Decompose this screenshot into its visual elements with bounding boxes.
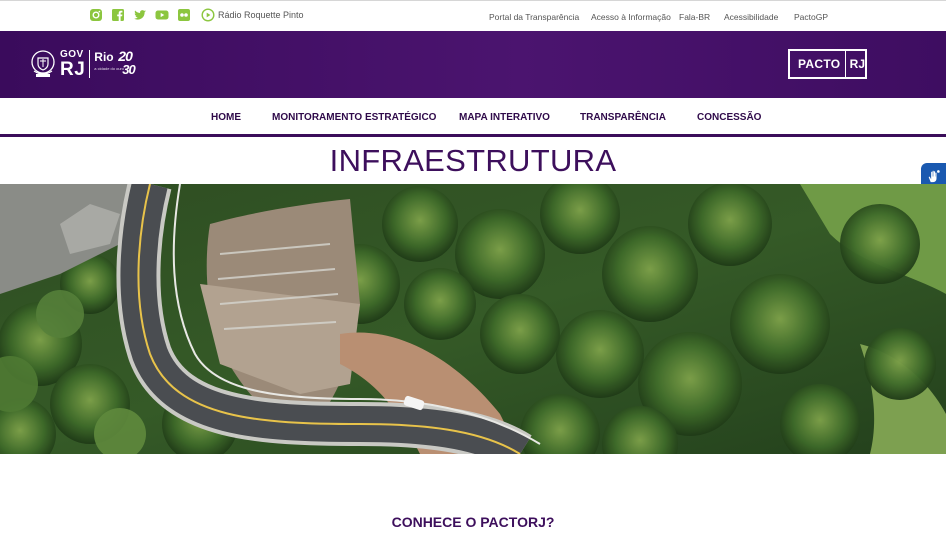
main-nav: HOME MONITORAMENTO ESTRATÉGICO MAPA INTE… — [0, 98, 946, 137]
hand-sign-icon — [928, 170, 940, 183]
gov-line1: GOV — [60, 48, 84, 60]
nav-home[interactable]: HOME — [211, 112, 241, 123]
state-crest-icon — [31, 50, 55, 77]
site-header: GOV RJ Rio 20 a cidade do ouro 30 PACTO … — [0, 31, 946, 98]
top-bar: Rádio Roquette Pinto Portal da Transparê… — [0, 0, 946, 31]
gov-line2: RJ — [60, 58, 86, 80]
link-pactogp[interactable]: PactoGP — [794, 12, 828, 22]
link-portal-transparencia[interactable]: Portal da Transparência — [489, 12, 579, 22]
pacto-rj-logo[interactable]: PACTO RJ — [788, 49, 867, 79]
hero-image — [0, 184, 946, 454]
about-heading: CONHECE O PACTORJ? — [391, 514, 555, 530]
rio-word: Rio — [94, 50, 114, 64]
gov-rj-wordmark: GOV RJ — [60, 48, 86, 80]
instagram-icon[interactable] — [89, 8, 103, 22]
rio-30: 30 — [122, 62, 136, 77]
rio-2030-logo: Rio 20 a cidade do ouro 30 — [94, 48, 146, 80]
play-circle-icon — [201, 8, 215, 22]
nav-mapa-interativo[interactable]: MAPA INTERATIVO — [459, 112, 550, 123]
page-title: INFRAESTRUTURA — [329, 143, 617, 178]
link-fala-br[interactable]: Fala-BR — [679, 12, 710, 22]
logo-divider — [89, 50, 91, 78]
aerial-road-illustration — [0, 184, 946, 454]
radio-roquette-pinto-link[interactable]: Rádio Roquette Pinto — [201, 8, 304, 22]
pacto-left-label: PACTO — [798, 57, 841, 71]
social-links: Rádio Roquette Pinto — [89, 8, 304, 22]
nav-concessao[interactable]: CONCESSÃO — [697, 112, 761, 123]
pacto-right-label: RJ — [849, 57, 865, 71]
twitter-icon[interactable] — [133, 8, 147, 22]
flickr-icon[interactable] — [177, 8, 191, 22]
nav-transparencia[interactable]: TRANSPARÊNCIA — [580, 112, 666, 123]
link-acessibilidade[interactable]: Acessibilidade — [724, 12, 778, 22]
rio-subtitle: a cidade do ouro — [94, 66, 125, 71]
radio-label: Rádio Roquette Pinto — [218, 10, 304, 20]
facebook-icon[interactable] — [111, 8, 125, 22]
nav-monitoramento-estrategico[interactable]: MONITORAMENTO ESTRATÉGICO — [272, 112, 436, 123]
link-acesso-informacao[interactable]: Acesso à Informação — [591, 12, 671, 22]
youtube-icon[interactable] — [155, 8, 169, 22]
gov-rj-logo[interactable]: GOV RJ Rio 20 a cidade do ouro 30 — [30, 47, 146, 81]
